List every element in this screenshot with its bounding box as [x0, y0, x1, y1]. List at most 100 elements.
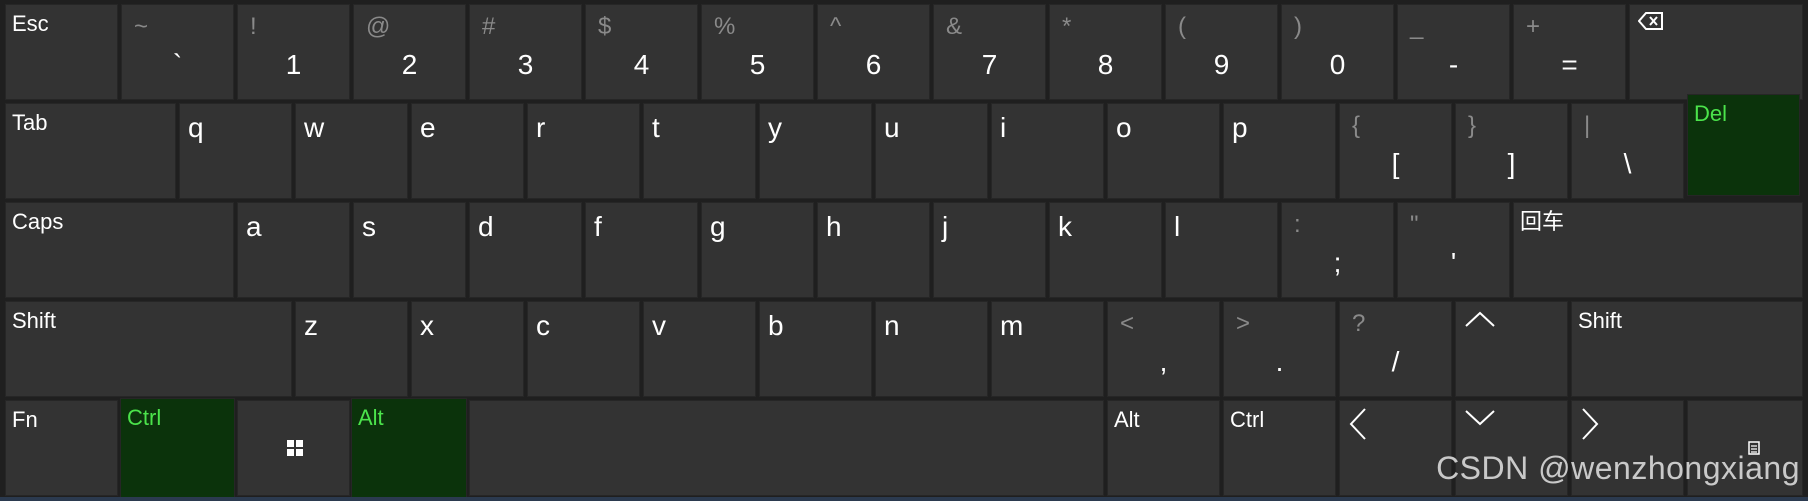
- key-label: Alt: [358, 405, 384, 430]
- key-k[interactable]: k: [1049, 202, 1162, 298]
- key-w[interactable]: w: [295, 103, 408, 199]
- key-v[interactable]: v: [643, 301, 756, 397]
- key-shift-char: :: [1294, 211, 1301, 238]
- key-shift-char: &: [946, 13, 963, 40]
- arrow-up-icon: [1465, 311, 1495, 327]
- key-letter: c: [536, 310, 550, 341]
- key-main-char: ': [1450, 247, 1457, 278]
- key-label: Shift: [1578, 308, 1623, 333]
- key-shift-char: |: [1584, 112, 1591, 139]
- key-label: Tab: [12, 110, 48, 135]
- key-arrow-up[interactable]: [1455, 301, 1568, 397]
- key-q[interactable]: q: [179, 103, 292, 199]
- key-semicolon[interactable]: : ;: [1281, 202, 1394, 298]
- key-caps[interactable]: Caps: [5, 202, 234, 298]
- key-windows[interactable]: [237, 400, 350, 496]
- key-quote[interactable]: " ': [1397, 202, 1510, 298]
- key-equals[interactable]: + =: [1513, 4, 1626, 100]
- key-backslash[interactable]: | \: [1571, 103, 1684, 199]
- key-main-char: ]: [1507, 148, 1516, 179]
- key-1[interactable]: ! 1: [237, 4, 350, 100]
- key-shift-right[interactable]: Shift: [1571, 301, 1803, 397]
- key-alt-left[interactable]: Alt: [351, 398, 467, 498]
- window-bottom-edge: [0, 497, 1808, 501]
- key-f[interactable]: f: [585, 202, 698, 298]
- key-3[interactable]: # 3: [469, 4, 582, 100]
- key-s[interactable]: s: [353, 202, 466, 298]
- key-e[interactable]: e: [411, 103, 524, 199]
- key-shift-left[interactable]: Shift: [5, 301, 292, 397]
- key-h[interactable]: h: [817, 202, 930, 298]
- key-t[interactable]: t: [643, 103, 756, 199]
- key-shift-char: <: [1120, 310, 1135, 337]
- key-shift-char: ?: [1352, 310, 1366, 337]
- key-shift-char: #: [482, 13, 496, 40]
- key-main-char: 3: [517, 49, 534, 80]
- key-period[interactable]: > .: [1223, 301, 1336, 397]
- key-n[interactable]: n: [875, 301, 988, 397]
- key-m[interactable]: m: [991, 301, 1104, 397]
- key-6[interactable]: ^ 6: [817, 4, 930, 100]
- key-4[interactable]: $ 4: [585, 4, 698, 100]
- key-shift-char: $: [598, 13, 612, 40]
- key-label: Caps: [12, 209, 64, 234]
- key-comma[interactable]: < ,: [1107, 301, 1220, 397]
- key-letter: z: [304, 310, 318, 341]
- key-label: 回车: [1520, 209, 1565, 234]
- key-j[interactable]: j: [933, 202, 1046, 298]
- key-c[interactable]: c: [527, 301, 640, 397]
- key-0[interactable]: ) 0: [1281, 4, 1394, 100]
- key-letter: x: [420, 310, 434, 341]
- key-x[interactable]: x: [411, 301, 524, 397]
- key-5[interactable]: % 5: [701, 4, 814, 100]
- key-8[interactable]: * 8: [1049, 4, 1162, 100]
- key-slash[interactable]: ? /: [1339, 301, 1452, 397]
- key-z[interactable]: z: [295, 301, 408, 397]
- key-letter: i: [1000, 112, 1007, 143]
- key-letter: o: [1116, 112, 1132, 143]
- key-shift-char: }: [1468, 112, 1477, 139]
- key-9[interactable]: ( 9: [1165, 4, 1278, 100]
- key-main-char: 2: [401, 49, 418, 80]
- key-backspace[interactable]: [1629, 4, 1803, 100]
- key-letter: b: [768, 310, 784, 341]
- key-backtick[interactable]: ~ `: [121, 4, 234, 100]
- arrow-left-icon: [1349, 408, 1366, 440]
- key-l[interactable]: l: [1165, 202, 1278, 298]
- key-letter: p: [1232, 112, 1248, 143]
- key-shift-char: ): [1294, 13, 1302, 40]
- key-del[interactable]: Del: [1687, 94, 1800, 196]
- key-b[interactable]: b: [759, 301, 872, 397]
- key-p[interactable]: p: [1223, 103, 1336, 199]
- key-a[interactable]: a: [237, 202, 350, 298]
- key-u[interactable]: u: [875, 103, 988, 199]
- key-space[interactable]: [469, 400, 1104, 496]
- key-shift-char: {: [1352, 112, 1361, 139]
- key-fn[interactable]: Fn: [5, 400, 118, 496]
- key-right-bracket[interactable]: } ]: [1455, 103, 1568, 199]
- key-letter: k: [1058, 211, 1072, 242]
- key-ctrl-right[interactable]: Ctrl: [1223, 400, 1336, 496]
- key-tab[interactable]: Tab: [5, 103, 176, 199]
- key-minus[interactable]: _ -: [1397, 4, 1510, 100]
- key-label: Ctrl: [127, 405, 162, 430]
- key-esc[interactable]: Esc: [5, 4, 118, 100]
- key-r[interactable]: r: [527, 103, 640, 199]
- key-d[interactable]: d: [469, 202, 582, 298]
- key-g[interactable]: g: [701, 202, 814, 298]
- key-left-bracket[interactable]: { [: [1339, 103, 1452, 199]
- key-2[interactable]: @ 2: [353, 4, 466, 100]
- key-main-char: ;: [1333, 247, 1342, 278]
- key-arrow-left[interactable]: [1339, 400, 1452, 496]
- key-main-char: 8: [1097, 49, 1114, 80]
- key-i[interactable]: i: [991, 103, 1104, 199]
- key-alt-right[interactable]: Alt: [1107, 400, 1220, 496]
- key-7[interactable]: & 7: [933, 4, 1046, 100]
- key-main-char: 6: [865, 49, 882, 80]
- key-ctrl-left[interactable]: Ctrl: [120, 398, 235, 498]
- key-y[interactable]: y: [759, 103, 872, 199]
- arrow-down-icon: [1465, 410, 1495, 426]
- key-o[interactable]: o: [1107, 103, 1220, 199]
- key-main-char: ,: [1159, 346, 1168, 377]
- key-enter[interactable]: 回车: [1513, 202, 1803, 298]
